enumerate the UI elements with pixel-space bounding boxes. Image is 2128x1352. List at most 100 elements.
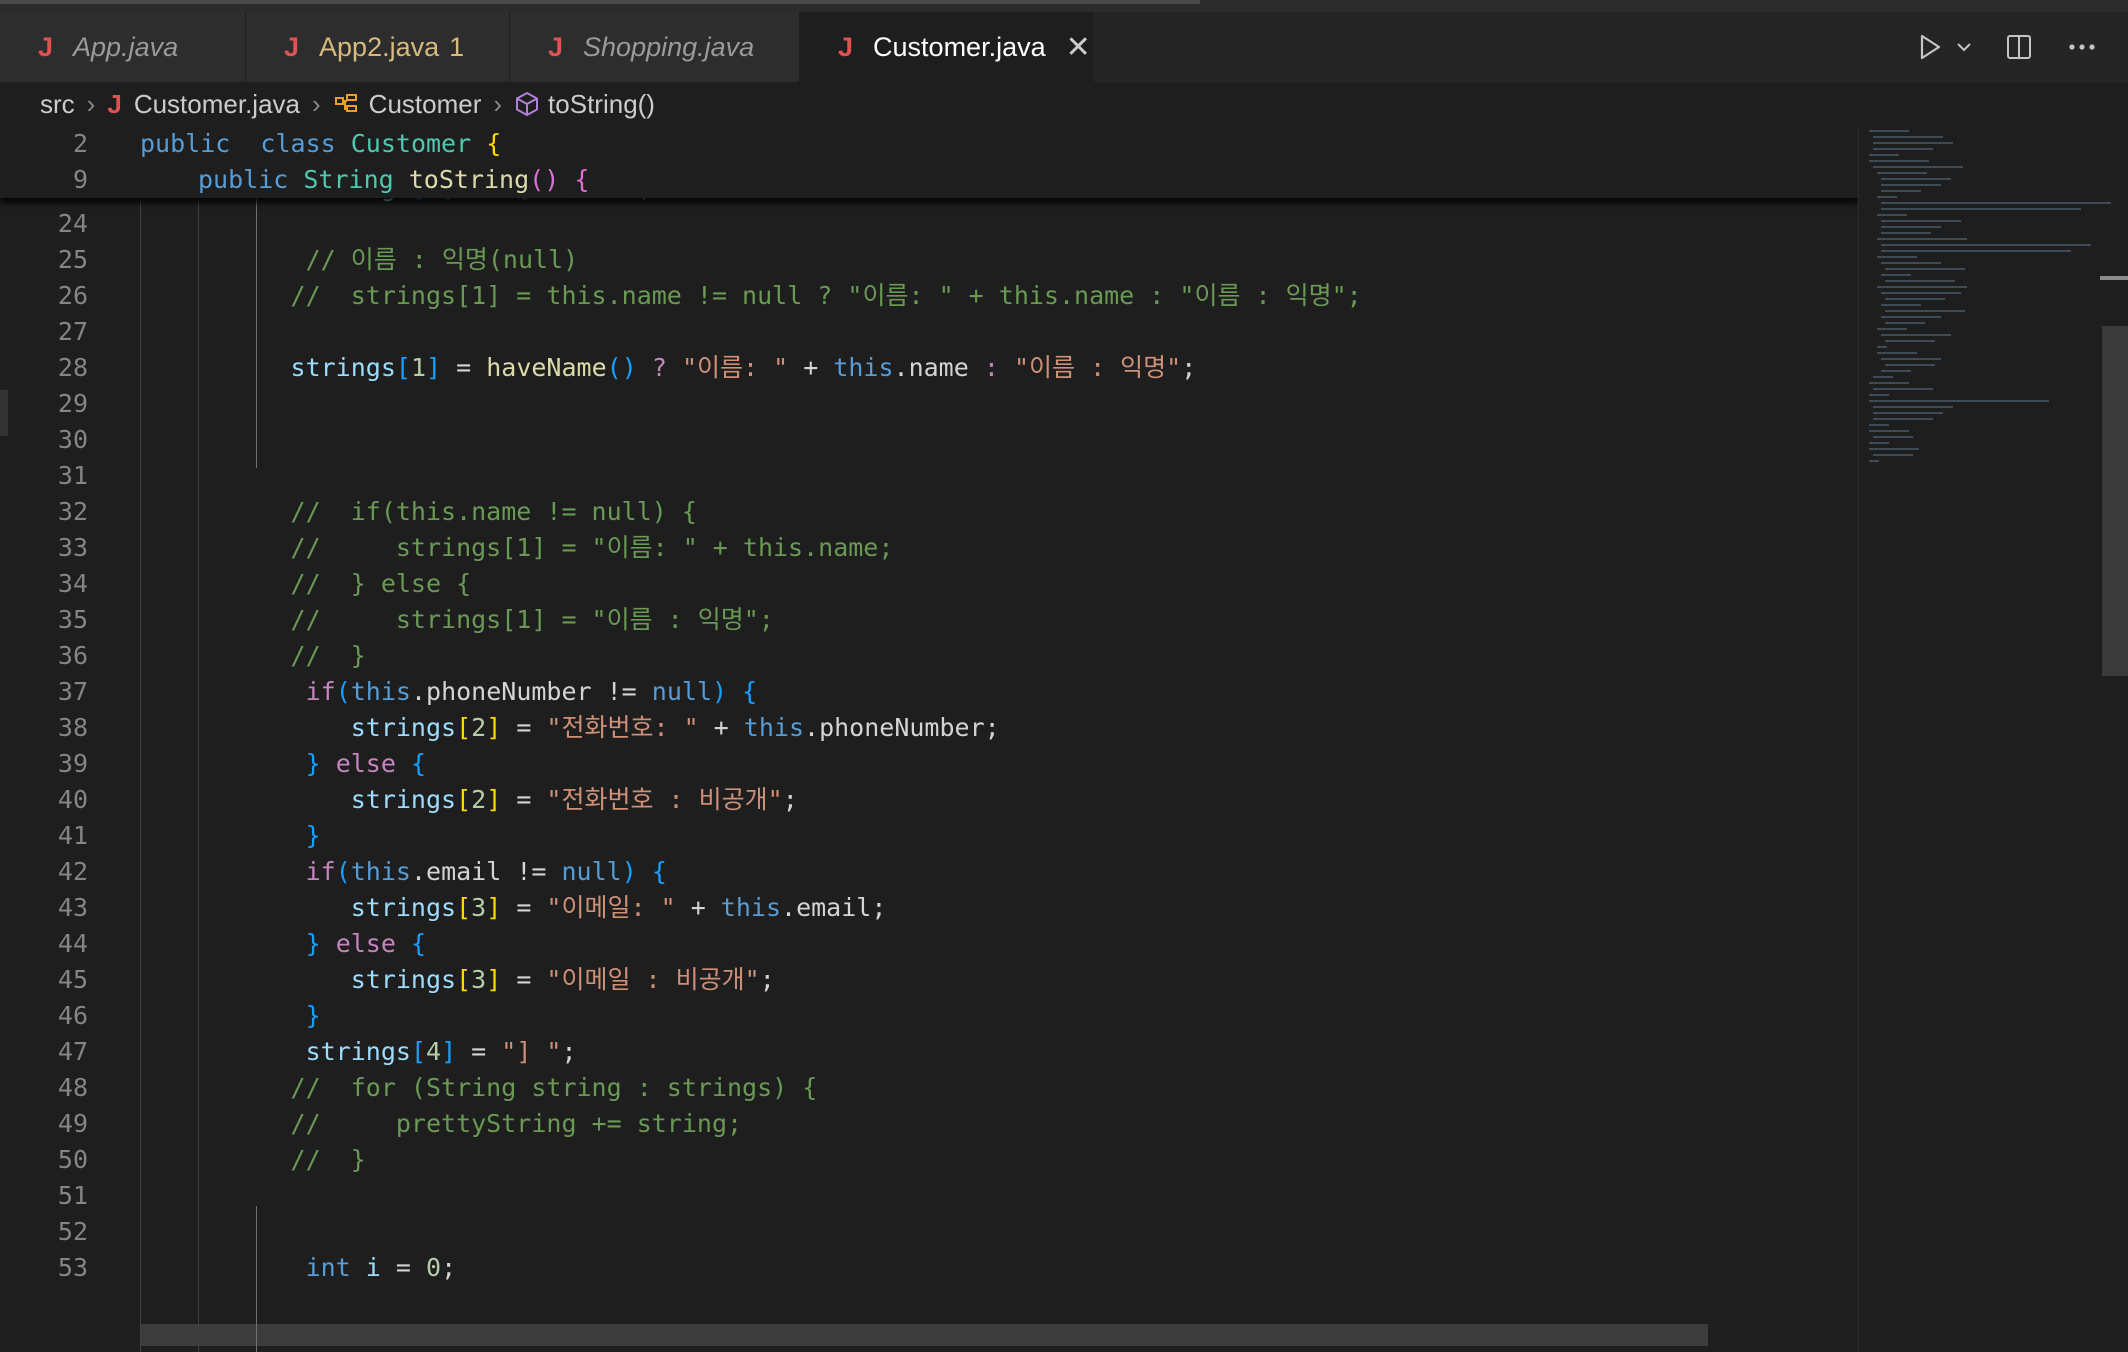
vertical-scrollbar-thumb[interactable] [2102, 326, 2128, 676]
code-line[interactable]: 31 [0, 458, 1858, 494]
minimap-line [1869, 424, 1889, 426]
code-line[interactable]: 45 strings[3] = "이메일 : 비공개"; [0, 962, 1858, 998]
run-dropdown-button[interactable] [1956, 41, 1972, 53]
code-token: [ [395, 353, 411, 382]
code-line[interactable]: 37 if(this.phoneNumber != null) { [0, 674, 1858, 710]
breadcrumb-class[interactable]: Customer [369, 89, 482, 120]
chevron-right-icon: › [312, 88, 321, 119]
code-token: toString [408, 165, 530, 194]
line-number: 45 [57, 965, 88, 994]
breadcrumb-file[interactable]: Customer.java [134, 89, 300, 120]
code-line[interactable]: 40 strings[2] = "전화번호 : 비공개"; [0, 782, 1858, 818]
tab-customer-java[interactable]: J Customer.java ✕ [800, 12, 1094, 82]
chevron-right-icon: › [86, 88, 96, 119]
code-line[interactable]: 50 // } [0, 1142, 1858, 1178]
code-token: 1 [410, 353, 426, 382]
code-line[interactable]: 32 // if(this.name != null) { [0, 494, 1858, 530]
code-line[interactable]: 28 strings[1] = haveName() ? "이름: " + th… [0, 350, 1858, 386]
line-number: 47 [57, 1037, 88, 1066]
code-line[interactable]: 29 [0, 386, 1858, 422]
code-token: } [305, 749, 321, 778]
code-text: // } else { [140, 566, 472, 602]
code-line[interactable]: 25 // 이름 : 익명(null) [0, 242, 1858, 278]
more-actions-button[interactable] [2068, 43, 2096, 51]
code-line[interactable]: 46 } [0, 998, 1858, 1034]
code-token: = [456, 1037, 502, 1066]
code-token: null [651, 677, 713, 706]
code-editor[interactable]: 2 public class Customer {9 public String t… [0, 126, 1858, 1352]
code-line[interactable]: 38 strings[2] = "전화번호: " + this.phoneNum… [0, 710, 1858, 746]
code-line[interactable]: 30 [0, 422, 1858, 458]
code-line[interactable]: 42 if(this.email != null) { [0, 854, 1858, 890]
line-number: 39 [57, 749, 88, 778]
minimap-line [1873, 166, 1963, 168]
code-line[interactable]: 9 public String toString() { [0, 162, 1858, 198]
code-line[interactable]: 47 strings[4] = "] "; [0, 1034, 1858, 1070]
code-token: .email; [781, 893, 887, 922]
code-line[interactable]: 41 } [0, 818, 1858, 854]
split-editor-icon [2007, 35, 2031, 59]
code-token: = [501, 713, 547, 742]
code-line[interactable]: 52 [0, 1214, 1858, 1250]
code-token: // strings[1] = this.name != null ? "이름:… [290, 281, 1362, 310]
code-token: .phoneNumber != [410, 677, 652, 706]
code-line[interactable]: 49 // prettyString += string; [0, 1106, 1858, 1142]
top-scrollbar[interactable] [0, 0, 2128, 12]
tab-app2-java[interactable]: J App2.java 1 [246, 12, 510, 82]
minimap-line [1881, 262, 1941, 264]
line-number: 34 [57, 569, 88, 598]
code-line[interactable]: 51 [0, 1178, 1858, 1214]
line-number: 51 [57, 1181, 88, 1210]
code-token: // } [290, 641, 366, 670]
close-icon[interactable]: ✕ [1066, 30, 1091, 65]
code-line[interactable]: 2 public class Customer { [0, 126, 1858, 162]
sash-handle[interactable] [0, 390, 8, 436]
code-token: ; [1181, 353, 1197, 382]
code-line[interactable]: 24 [0, 206, 1858, 242]
tab-shopping-java[interactable]: J Shopping.java [510, 12, 800, 82]
code-token: ; [782, 785, 798, 814]
run-button[interactable] [1918, 34, 1942, 60]
split-editor-button[interactable] [2006, 34, 2032, 60]
code-line[interactable]: 34 // } else { [0, 566, 1858, 602]
line-number: 48 [57, 1073, 88, 1102]
code-token: ] [426, 353, 442, 382]
code-line[interactable]: 53 int i = 0; [0, 1250, 1858, 1286]
top-scroll-thumb[interactable] [0, 0, 1200, 4]
code-line[interactable]: 43 strings[3] = "이메일: " + this.email; [0, 890, 1858, 926]
minimap[interactable] [1858, 126, 2111, 1352]
minimap-line [1873, 142, 1953, 144]
code-text: if(this.email != null) { [140, 854, 667, 890]
minimap-line [1877, 196, 1897, 198]
code-line[interactable]: 26 // strings[1] = this.name != null ? "… [0, 278, 1858, 314]
code-line[interactable]: 48 // for (String string : strings) { [0, 1070, 1858, 1106]
horizontal-scrollbar[interactable] [140, 1324, 1708, 1346]
code-line[interactable]: 35 // strings[1] = "이름 : 익명"; [0, 602, 1858, 638]
code-text: // } [140, 1142, 366, 1178]
java-file-icon: J [38, 31, 54, 62]
code-token: strings [350, 713, 457, 742]
breadcrumb-method[interactable]: toString() [548, 89, 655, 120]
sticky-scroll[interactable]: 2 public class Customer {9 public String t… [0, 126, 1858, 198]
code-token: // } [290, 1145, 366, 1174]
java-file-icon: J [838, 31, 854, 62]
code-line[interactable]: 27 [0, 314, 1858, 350]
breadcrumb-folder[interactable]: src [40, 89, 75, 120]
code-line[interactable]: 33 // strings[1] = "이름: " + this.name; [0, 530, 1858, 566]
code-line[interactable]: 44 } else { [0, 926, 1858, 962]
minimap-line [1881, 334, 1951, 336]
code-line[interactable]: 39 } else { [0, 746, 1858, 782]
minimap-line [1873, 376, 1893, 378]
code-line[interactable]: 36 // } [0, 638, 1858, 674]
minimap-line [1881, 274, 1911, 276]
code-token: public [140, 129, 231, 158]
code-token: [ [456, 713, 472, 742]
tab-app-java[interactable]: J App.java [0, 12, 246, 82]
